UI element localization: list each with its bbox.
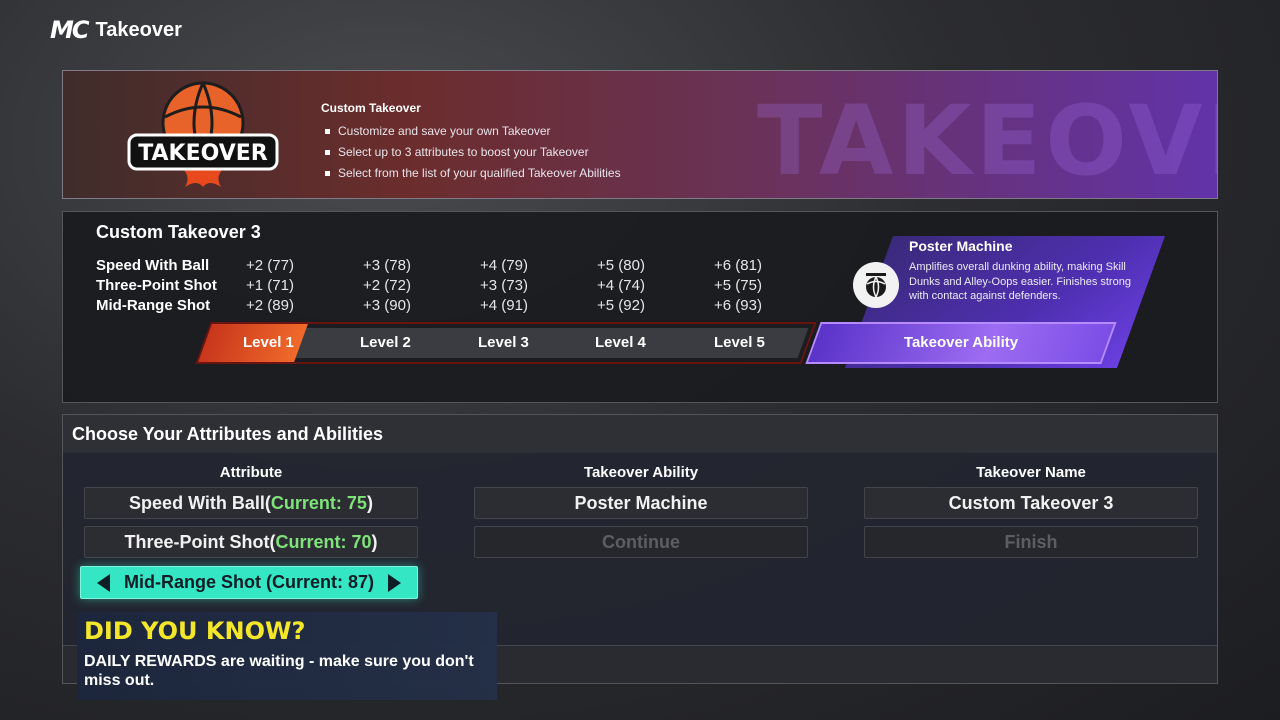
bullet-square-icon <box>325 150 330 155</box>
tip-title: DID YOU KNOW? <box>84 617 306 645</box>
attribute-level-value: +2 (72) <box>363 276 411 294</box>
takeover-ability-button-label[interactable]: Takeover Ability <box>813 334 1109 351</box>
arrow-left-icon[interactable] <box>97 573 110 592</box>
option-paren: ) <box>366 492 373 513</box>
continue-button[interactable]: Continue <box>474 526 808 558</box>
attribute-option-speed-with-ball[interactable]: Speed With Ball (Current: 75) <box>84 487 418 519</box>
banner-watermark: TAKEOVER <box>757 85 1217 197</box>
banner-bullet: Select from the list of your qualified T… <box>325 163 621 184</box>
level-3-label: Level 3 <box>478 334 529 351</box>
custom-takeover-title: Custom Takeover 3 <box>96 222 261 242</box>
level-labels: Level 1 Level 2 Level 3 Level 4 Level 5 <box>203 322 809 364</box>
attribute-level-value: +5 (75) <box>714 276 762 294</box>
choose-panel-title: Choose Your Attributes and Abilities <box>63 415 1217 453</box>
ability-select-button[interactable]: Poster Machine <box>474 487 808 519</box>
attribute-level-value: +4 (79) <box>480 256 528 274</box>
attribute-selector-mid-range-shot[interactable]: Mid-Range Shot (Current: 87) <box>80 566 418 599</box>
attribute-level-value: +2 (77) <box>246 256 294 274</box>
level-5-label: Level 5 <box>714 334 765 351</box>
attribute-row: Speed With Ball +2 (77) +3 (78) +4 (79) … <box>96 255 831 275</box>
attribute-level-value: +1 (71) <box>246 276 294 294</box>
level-2-label: Level 2 <box>360 334 411 351</box>
option-label: Three-Point Shot <box>124 531 270 552</box>
attribute-name: Three-Point Shot <box>96 276 217 294</box>
takeover-name-field[interactable]: Custom Takeover 3 <box>864 487 1198 519</box>
tip-text: DAILY REWARDS are waiting - make sure yo… <box>84 653 474 689</box>
current-value: Current: 70 <box>275 531 372 552</box>
option-label: Speed With Ball <box>129 492 265 513</box>
attribute-level-value: +3 (78) <box>363 256 411 274</box>
mc-logo: MC <box>50 16 89 44</box>
attribute-level-value: +5 (92) <box>597 296 645 314</box>
continue-label: Continue <box>602 531 680 552</box>
bullet-square-icon <box>325 171 330 176</box>
banner-bullet: Select up to 3 attributes to boost your … <box>325 142 621 163</box>
arrow-right-icon[interactable] <box>388 573 401 592</box>
level-4-label: Level 4 <box>595 334 646 351</box>
finish-button[interactable]: Finish <box>864 526 1198 558</box>
attribute-level-value: +3 (90) <box>363 296 411 314</box>
attribute-level-value: +4 (74) <box>597 276 645 294</box>
ability-description: Amplifies overall dunking ability, makin… <box>909 261 1131 302</box>
column-header-attribute: Attribute <box>219 464 283 481</box>
column-header-ability: Takeover Ability <box>583 464 699 481</box>
did-you-know-tip: DID YOU KNOW? DAILY REWARDS are waiting … <box>77 612 497 700</box>
attribute-name: Speed With Ball <box>96 256 210 274</box>
attribute-name: Mid-Range Shot <box>96 296 211 314</box>
attribute-row: Mid-Range Shot +2 (89) +3 (90) +4 (91) +… <box>96 295 831 315</box>
attribute-level-value: +3 (73) <box>480 276 528 294</box>
basketball-dunk-icon-glyph <box>866 273 886 298</box>
takeover-banner: TAKEOVER TAKEOVER Custom Takeover Custom… <box>62 70 1218 199</box>
selected-attribute-label: Mid-Range Shot (Current: 87) <box>124 572 374 592</box>
banner-bullets: Customize and save your own Takeover Sel… <box>325 121 621 184</box>
takeover-name-value: Custom Takeover 3 <box>948 492 1114 513</box>
attribute-row: Three-Point Shot +1 (71) +2 (72) +3 (73)… <box>96 275 831 295</box>
banner-title: Custom Takeover <box>321 101 421 115</box>
basketball-dunk-icon <box>853 262 899 308</box>
column-header-name: Takeover Name <box>976 464 1086 481</box>
attribute-boost-table: Speed With Ball +2 (77) +3 (78) +4 (79) … <box>96 255 831 315</box>
current-value: Current: 75 <box>270 492 367 513</box>
takeover-logo-text: TAKEOVER <box>138 141 268 166</box>
ability-select-value: Poster Machine <box>574 492 708 513</box>
banner-bullet: Customize and save your own Takeover <box>325 121 621 142</box>
attribute-level-value: +6 (81) <box>714 256 762 274</box>
ability-name: Poster Machine <box>909 238 1013 254</box>
finish-label: Finish <box>1004 531 1058 552</box>
attribute-level-value: +5 (80) <box>597 256 645 274</box>
top-bar: MC Takeover <box>50 14 182 46</box>
takeover-logo: TAKEOVER <box>127 81 279 187</box>
attribute-level-value: +6 (93) <box>714 296 762 314</box>
attribute-level-value: +2 (89) <box>246 296 294 314</box>
option-paren: ) <box>371 531 378 552</box>
custom-takeover-panel: Custom Takeover 3 Speed With Ball +2 (77… <box>62 211 1218 403</box>
level-1-label: Level 1 <box>243 334 294 351</box>
page-title: Takeover <box>95 18 182 41</box>
attribute-level-value: +4 (91) <box>480 296 528 314</box>
attribute-option-three-point-shot[interactable]: Three-Point Shot (Current: 70) <box>84 526 418 558</box>
bullet-square-icon <box>325 129 330 134</box>
